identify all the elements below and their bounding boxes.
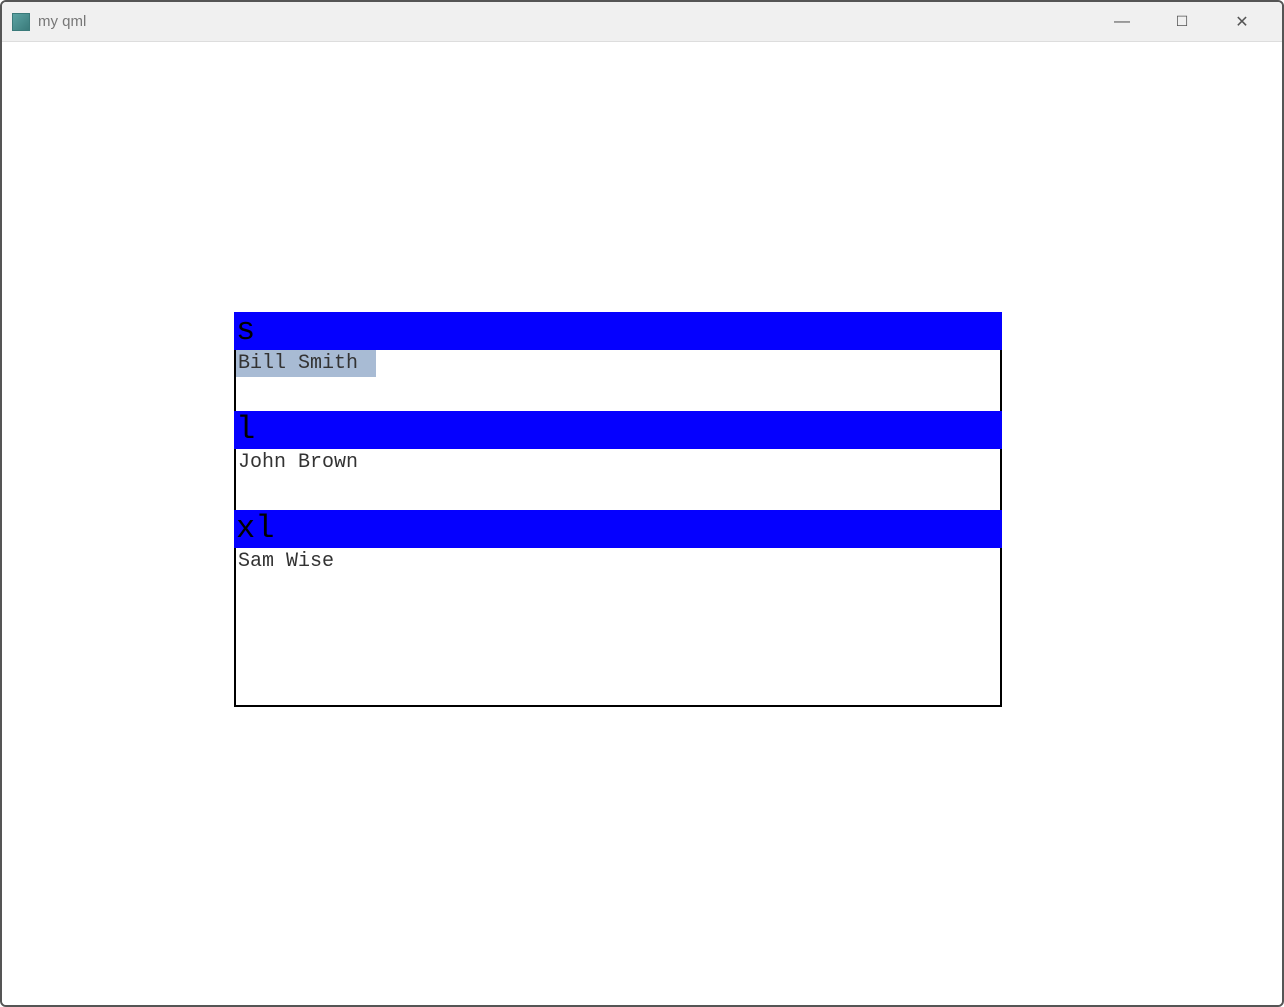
item-body [236, 476, 1000, 510]
minimize-button[interactable]: — [1112, 13, 1132, 31]
window-title: my qml [38, 13, 1112, 30]
section-header: l [234, 411, 1002, 449]
item-name: John Brown [236, 449, 360, 476]
list-item[interactable]: Bill Smith [234, 350, 1002, 411]
list-view[interactable]: s Bill Smith l John Brown xl Sam Wise [234, 312, 1002, 707]
list-item[interactable]: John Brown [234, 449, 1002, 510]
app-icon [12, 13, 30, 31]
item-body [236, 575, 1000, 705]
section-header: xl [234, 510, 1002, 548]
section-header: s [234, 312, 1002, 350]
list-item[interactable]: Sam Wise [234, 548, 1002, 707]
content-area: s Bill Smith l John Brown xl Sam Wise [2, 42, 1282, 1005]
item-name: Sam Wise [236, 548, 336, 575]
titlebar: my qml — ☐ ✕ [2, 2, 1282, 42]
app-window: my qml — ☐ ✕ s Bill Smith l John Brown x… [0, 0, 1284, 1007]
item-name: Bill Smith [236, 350, 376, 377]
close-button[interactable]: ✕ [1232, 12, 1252, 32]
maximize-button[interactable]: ☐ [1172, 13, 1192, 30]
item-body [236, 377, 1000, 411]
window-controls: — ☐ ✕ [1112, 12, 1272, 32]
